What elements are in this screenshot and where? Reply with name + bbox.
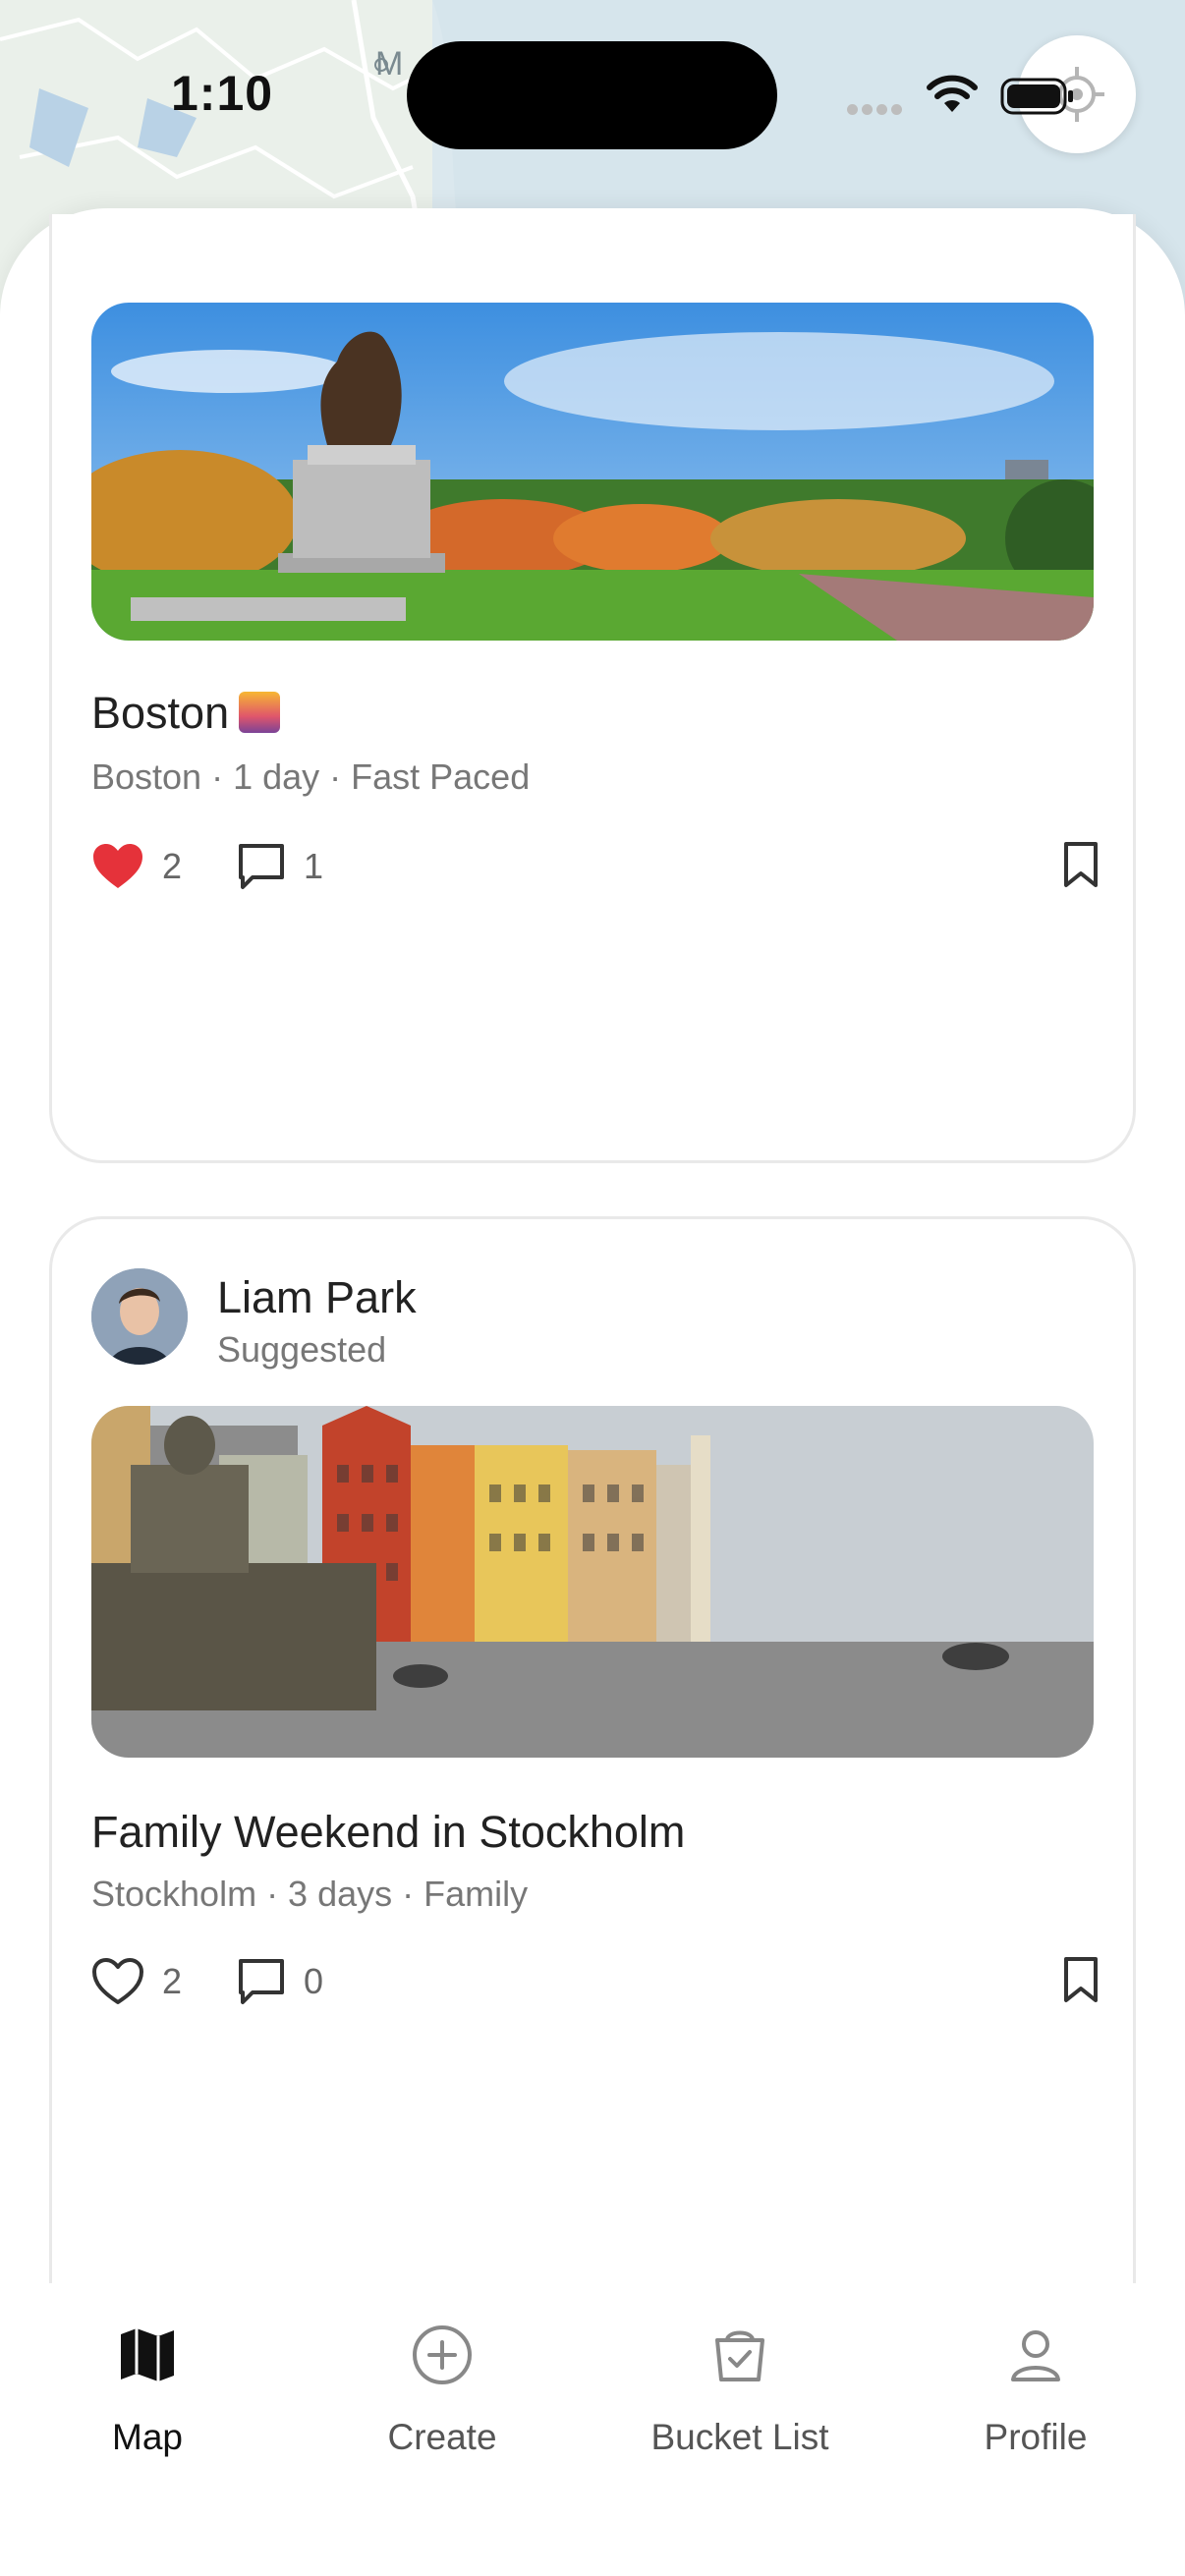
comment-icon [239, 844, 284, 889]
status-bar: 1:10 [0, 0, 1185, 196]
post-actions: 2 1 [91, 837, 1100, 896]
comment-count: 0 [304, 1961, 324, 2001]
comment-button[interactable]: 1 [237, 837, 323, 896]
cellular-signal-icon [847, 102, 910, 115]
comment-count: 1 [304, 846, 324, 886]
tab-label: Profile [984, 2417, 1088, 2457]
like-button[interactable]: 2 [91, 837, 182, 896]
post-title[interactable]: Family Weekend in Stockholm [91, 1807, 685, 1858]
post-meta: Boston · 1 day · Fast Paced [91, 756, 531, 797]
tab-profile[interactable]: Profile [908, 2323, 1163, 2519]
post-card-boston[interactable]: Boston Boston · 1 day · Fast Paced 2 1 [49, 214, 1136, 1163]
person-icon [1011, 2330, 1060, 2381]
suggested-label: Suggested [217, 1329, 387, 1370]
heart-outline-icon [92, 1958, 143, 2004]
like-count: 2 [162, 846, 183, 886]
post-photo[interactable] [91, 303, 1094, 641]
tab-label: Create [387, 2417, 497, 2457]
post-photo[interactable] [91, 1406, 1094, 1758]
trips-sheet[interactable]: Boston Boston · 1 day · Fast Paced 2 1 L… [0, 208, 1185, 2576]
like-button[interactable]: 2 [91, 1952, 182, 2011]
status-time: 1:10 [171, 66, 274, 121]
cityscape-emoji-icon [239, 692, 281, 733]
tab-create[interactable]: Create [314, 2323, 570, 2519]
like-count: 2 [162, 1961, 183, 2001]
wifi-icon [927, 75, 978, 112]
map-icon [121, 2328, 174, 2381]
post-actions: 2 0 [91, 1952, 1100, 2011]
post-meta: Stockholm · 3 days · Family [91, 1874, 529, 1914]
plus-circle-icon [413, 2325, 472, 2384]
tab-map[interactable]: Map [20, 2323, 275, 2519]
bookmark-icon[interactable] [1062, 1956, 1100, 2003]
tab-label: Map [112, 2417, 183, 2457]
bookmark-icon[interactable] [1062, 841, 1100, 888]
heart-filled-icon [93, 844, 142, 888]
post-title-text: Boston [91, 688, 230, 738]
tab-label: Bucket List [650, 2417, 829, 2457]
post-title[interactable]: Boston [91, 688, 281, 739]
post-card-stockholm[interactable]: Liam Park Suggested Family Weekend in St… [49, 1216, 1136, 2307]
tab-bucket-list[interactable]: Bucket List [612, 2323, 868, 2519]
tab-bar: Map Create Bucket List Profile [0, 2283, 1185, 2576]
comment-icon [239, 1959, 284, 2004]
author-name[interactable]: Liam Park [217, 1272, 417, 1323]
battery-icon [1000, 78, 1073, 115]
dynamic-island [407, 41, 777, 149]
author-avatar[interactable] [91, 1268, 188, 1365]
comment-button[interactable]: 0 [237, 1952, 323, 2011]
bucket-check-icon [715, 2330, 764, 2381]
